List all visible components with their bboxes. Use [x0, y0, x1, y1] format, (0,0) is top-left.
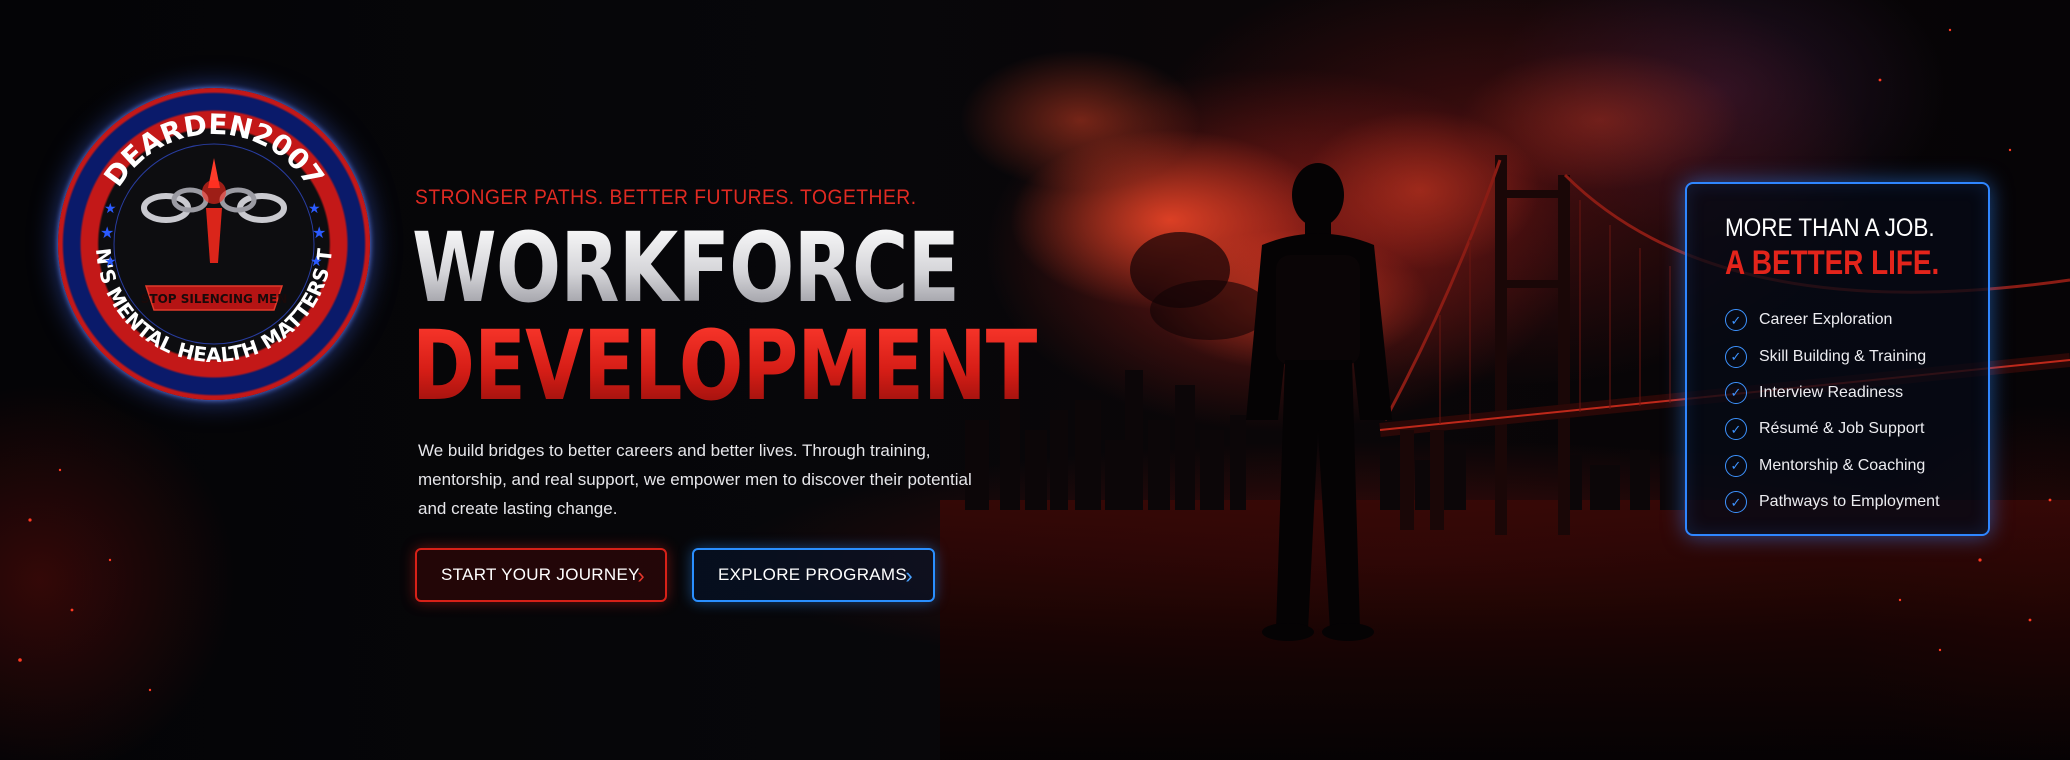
explore-programs-button[interactable]: EXPLORE PROGRAMS › [692, 548, 935, 602]
check-circle-icon: ✓ [1725, 345, 1747, 368]
svg-text:★: ★ [312, 225, 326, 242]
check-circle-icon: ✓ [1725, 309, 1747, 332]
logo-ribbon-text: STOP SILENCING MEN [141, 292, 288, 306]
start-journey-button[interactable]: START YOUR JOURNEY › [415, 548, 667, 602]
list-item-label: Interview Readiness [1759, 383, 1904, 401]
list-item: ✓ Skill Building & Training [1725, 338, 1940, 374]
check-circle-icon: ✓ [1725, 454, 1747, 477]
check-circle-icon: ✓ [1725, 418, 1747, 441]
logo-badge-art: DEARDEN2007 MEN'S MENTAL HEALTH MATTERS … [58, 88, 337, 367]
svg-text:★: ★ [100, 225, 114, 242]
hero-tagline: STRONGER PATHS. BETTER FUTURES. TOGETHER… [415, 186, 917, 209]
list-item-label: Pathways to Employment [1759, 493, 1940, 511]
list-item: ✓ Résumé & Job Support [1725, 411, 1940, 447]
svg-text:★: ★ [104, 200, 117, 216]
list-item: ✓ Pathways to Employment [1725, 484, 1940, 520]
water-surface [940, 500, 2070, 760]
svg-text:★: ★ [104, 253, 117, 269]
start-journey-label: START YOUR JOURNEY [441, 565, 640, 584]
list-item: ✓ Mentorship & Coaching [1725, 448, 1940, 484]
hero-title-line2: DEVELOPMENT [412, 310, 1038, 422]
explore-programs-label: EXPLORE PROGRAMS [718, 565, 908, 584]
benefits-list: ✓ Career Exploration ✓ Skill Building & … [1725, 302, 1940, 520]
hero-description: We build bridges to better careers and b… [418, 441, 972, 518]
benefits-card: MORE THAN A JOB. A BETTER LIFE. ✓ Career… [1685, 182, 1990, 536]
chevron-right-icon: › [637, 563, 645, 588]
check-circle-icon: ✓ [1725, 491, 1747, 514]
card-heading-line2: A BETTER LIFE. [1725, 244, 1940, 282]
list-item: ✓ Interview Readiness [1725, 375, 1940, 411]
svg-text:★: ★ [310, 253, 323, 269]
chevron-right-icon: › [905, 563, 913, 588]
list-item-label: Career Exploration [1759, 311, 1893, 329]
card-heading-line1: MORE THAN A JOB. [1725, 214, 1935, 242]
logo-ribbon: STOP SILENCING MEN [141, 285, 288, 311]
hero-title-line1: WORKFORCE [412, 212, 960, 324]
broken-chain-icon [141, 158, 287, 263]
list-item-label: Skill Building & Training [1759, 347, 1927, 365]
check-circle-icon: ✓ [1725, 381, 1747, 404]
list-item-label: Mentorship & Coaching [1759, 456, 1926, 474]
hero-banner: DEARDEN2007 MEN'S MENTAL HEALTH MATTERS … [0, 0, 2070, 760]
list-item-label: Résumé & Job Support [1759, 420, 1925, 438]
svg-text:★: ★ [308, 200, 321, 216]
list-item: ✓ Career Exploration [1725, 302, 1940, 338]
